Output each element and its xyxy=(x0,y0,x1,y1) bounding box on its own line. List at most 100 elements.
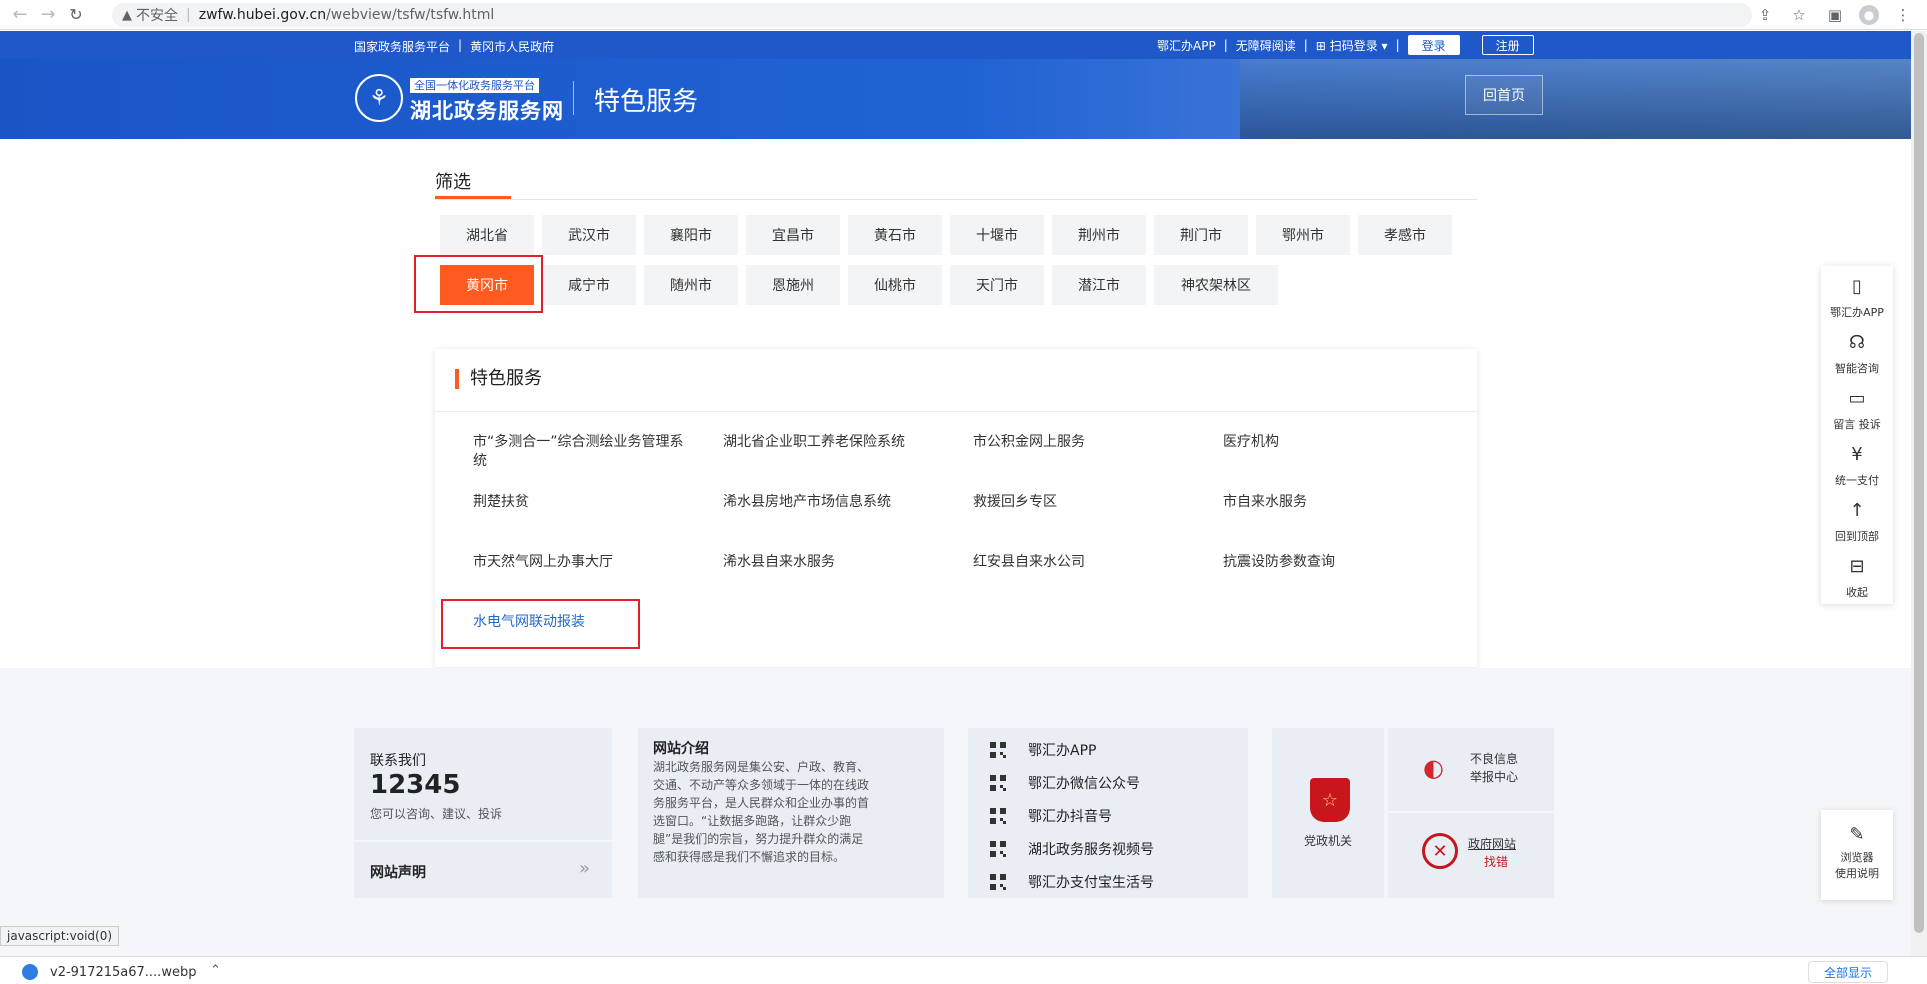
minus-square-icon: ⊟ xyxy=(1849,556,1865,577)
sidebar-icon[interactable]: ▣ xyxy=(1822,3,1848,27)
city-hubei[interactable]: 湖北省 xyxy=(440,215,534,255)
link-huanggang-gov[interactable]: 黄冈市人民政府 xyxy=(470,38,554,55)
reload-icon[interactable]: ↻ xyxy=(62,1,90,29)
bad-info-box[interactable]: ◐ 不良信息 举报中心 xyxy=(1388,728,1554,811)
report-center-icon: ◐ xyxy=(1423,754,1444,782)
phone-icon: ▯ xyxy=(1852,276,1862,297)
link-accessible-reading[interactable]: 无障碍阅读 xyxy=(1236,37,1296,54)
city-shennongjia[interactable]: 神农架林区 xyxy=(1154,265,1278,305)
app-ehuiban[interactable]: 鄂汇办APP xyxy=(990,740,1096,760)
service-link[interactable]: 荆楚扶贫 xyxy=(473,493,693,512)
contact-box: 联系我们 12345 您可以咨询、建议、投诉 xyxy=(354,728,612,840)
divider: | xyxy=(458,38,463,52)
service-link[interactable]: 市“多测合一”综合测绘业务管理系统 xyxy=(473,433,693,471)
home-button[interactable]: 回首页 xyxy=(1465,75,1543,115)
app-label: 鄂汇办APP xyxy=(1028,743,1097,759)
double-chevron-right-icon: » xyxy=(578,858,590,879)
browser-guide-line2: 使用说明 xyxy=(1835,867,1879,880)
gov-error-box[interactable]: ✕ 政府网站 找错 xyxy=(1388,813,1554,898)
highlight-box-service xyxy=(441,599,640,649)
browser-guide-line1: 浏览器 xyxy=(1840,851,1874,864)
rail-app[interactable]: ▯ 鄂汇办APP xyxy=(1821,274,1893,320)
share-icon[interactable]: ⇪ xyxy=(1752,3,1778,27)
page-scrollbar[interactable] xyxy=(1911,31,1927,956)
party-emblem-icon: ☆ xyxy=(1310,778,1350,822)
app-label: 鄂汇办支付宝生活号 xyxy=(1028,875,1154,891)
rail-pay[interactable]: ¥ 统一支付 xyxy=(1821,442,1893,488)
party-org-box[interactable]: ☆ 党政机关 xyxy=(1272,728,1384,898)
city-qianjiang[interactable]: 潜江市 xyxy=(1052,265,1146,305)
show-all-downloads-button[interactable]: 全部显示 xyxy=(1808,961,1888,983)
app-alipay[interactable]: 鄂汇办支付宝生活号 xyxy=(990,872,1154,892)
city-jingmen[interactable]: 荆门市 xyxy=(1154,215,1248,255)
link-national-platform[interactable]: 国家政务服务平台 xyxy=(354,38,450,55)
bad-info-line2: 举报中心 xyxy=(1470,770,1519,784)
city-enshi[interactable]: 恩施州 xyxy=(746,265,840,305)
magnifier-error-icon: ✕ xyxy=(1422,833,1458,869)
menu-kebab-icon[interactable]: ⋮ xyxy=(1890,3,1916,27)
app-douyin[interactable]: 鄂汇办抖音号 xyxy=(990,806,1112,826)
profile-icon: ● xyxy=(1859,5,1879,25)
status-bubble: javascript:void(0) xyxy=(0,926,120,946)
city-yichang[interactable]: 宜昌市 xyxy=(746,215,840,255)
declaration-label: 网站声明 xyxy=(370,865,426,881)
rail-consult[interactable]: ☊ 智能咨询 xyxy=(1821,330,1893,376)
city-xiaogan[interactable]: 孝感市 xyxy=(1358,215,1452,255)
rail-top[interactable]: ↑ 回到顶部 xyxy=(1821,498,1893,544)
qr-code-icon xyxy=(990,742,1006,758)
link-ehuiban-app[interactable]: 鄂汇办APP xyxy=(1157,37,1216,54)
city-jingzhou[interactable]: 荆州市 xyxy=(1052,215,1146,255)
city-xiantao[interactable]: 仙桃市 xyxy=(848,265,942,305)
scan-login[interactable]: ⊞ 扫码登录 ▾ xyxy=(1316,37,1388,54)
browser-guide[interactable]: ✎ 浏览器 使用说明 xyxy=(1821,810,1893,900)
forward-icon[interactable]: → xyxy=(34,1,62,29)
city-shiyan[interactable]: 十堰市 xyxy=(950,215,1044,255)
services-divider xyxy=(435,411,1477,412)
logo-title[interactable]: 湖北政务服务网 xyxy=(410,95,564,125)
chevron-up-icon[interactable]: ⌃ xyxy=(210,963,221,978)
service-link[interactable]: 抗震设防参数查询 xyxy=(1223,553,1443,572)
back-icon[interactable]: ← xyxy=(6,1,34,29)
service-link[interactable]: 市天然气网上办事大厅 xyxy=(473,553,693,572)
declaration-box[interactable]: 网站声明 » xyxy=(354,842,612,898)
logo-subtitle: 全国一体化政务服务平台 xyxy=(410,78,539,93)
city-huangshi[interactable]: 黄石市 xyxy=(848,215,942,255)
service-link[interactable]: 红安县自来水公司 xyxy=(973,553,1193,572)
city-wuhan[interactable]: 武汉市 xyxy=(542,215,636,255)
city-ezhou[interactable]: 鄂州市 xyxy=(1256,215,1350,255)
city-suizhou[interactable]: 随州市 xyxy=(644,265,738,305)
rail-collapse[interactable]: ⊟ 收起 xyxy=(1821,554,1893,600)
app-label: 湖北政务服务视频号 xyxy=(1028,842,1154,858)
app-video[interactable]: 湖北政务服务视频号 xyxy=(990,839,1154,859)
profile-avatar[interactable]: ● xyxy=(1856,3,1882,27)
right-float-rail: ▯ 鄂汇办APP ☊ 智能咨询 ▭ 留言 投诉 ¥ 统一支付 ↑ 回到顶部 ⊟ 收起 xyxy=(1821,266,1893,604)
caret-down-icon: ▾ xyxy=(1381,38,1388,53)
city-tianmen[interactable]: 天门市 xyxy=(950,265,1044,305)
filter-divider xyxy=(435,199,1477,200)
service-link[interactable]: 浠水县房地产市场信息系统 xyxy=(723,493,943,512)
scrollbar-thumb[interactable] xyxy=(1914,33,1924,933)
login-button[interactable]: 登录 xyxy=(1407,35,1460,55)
qr-code-icon xyxy=(990,808,1006,824)
intro-box: 网站介绍 湖北政务服务网是集公安、户政、教育、交通、不动产等众多领域于一体的在线… xyxy=(638,728,944,898)
city-xiangyang[interactable]: 襄阳市 xyxy=(644,215,738,255)
app-wechat[interactable]: 鄂汇办微信公众号 xyxy=(990,773,1140,793)
service-link[interactable]: 市自来水服务 xyxy=(1223,493,1443,512)
city-xianning[interactable]: 咸宁市 xyxy=(542,265,636,305)
edge-file-icon xyxy=(22,964,38,980)
service-link[interactable]: 湖北省企业职工养老保险系统 xyxy=(723,433,943,452)
bookmark-star-icon[interactable]: ☆ xyxy=(1786,3,1812,27)
service-link[interactable]: 医疗机构 xyxy=(1223,433,1443,452)
browser-window: { "browser": { "insecure_label": "不安全", … xyxy=(0,0,1927,984)
service-link[interactable]: 市公积金网上服务 xyxy=(973,433,1193,452)
services-heading: 特色服务 xyxy=(455,369,542,389)
service-link[interactable]: 浠水县自来水服务 xyxy=(723,553,943,572)
rail-message[interactable]: ▭ 留言 投诉 xyxy=(1821,386,1893,432)
page-title: 特色服务 xyxy=(594,87,699,117)
service-link[interactable]: 救援回乡专区 xyxy=(973,493,1193,512)
rail-label: 收起 xyxy=(1846,586,1868,599)
contact-title: 联系我们 xyxy=(370,753,426,769)
address-bar[interactable]: ▲ 不安全 | zwfw.hubei.gov.cn /webview/tsfw/… xyxy=(112,3,1752,27)
register-button[interactable]: 注册 xyxy=(1481,35,1534,55)
download-file-name[interactable]: v2-917215a67....webp xyxy=(50,965,196,980)
